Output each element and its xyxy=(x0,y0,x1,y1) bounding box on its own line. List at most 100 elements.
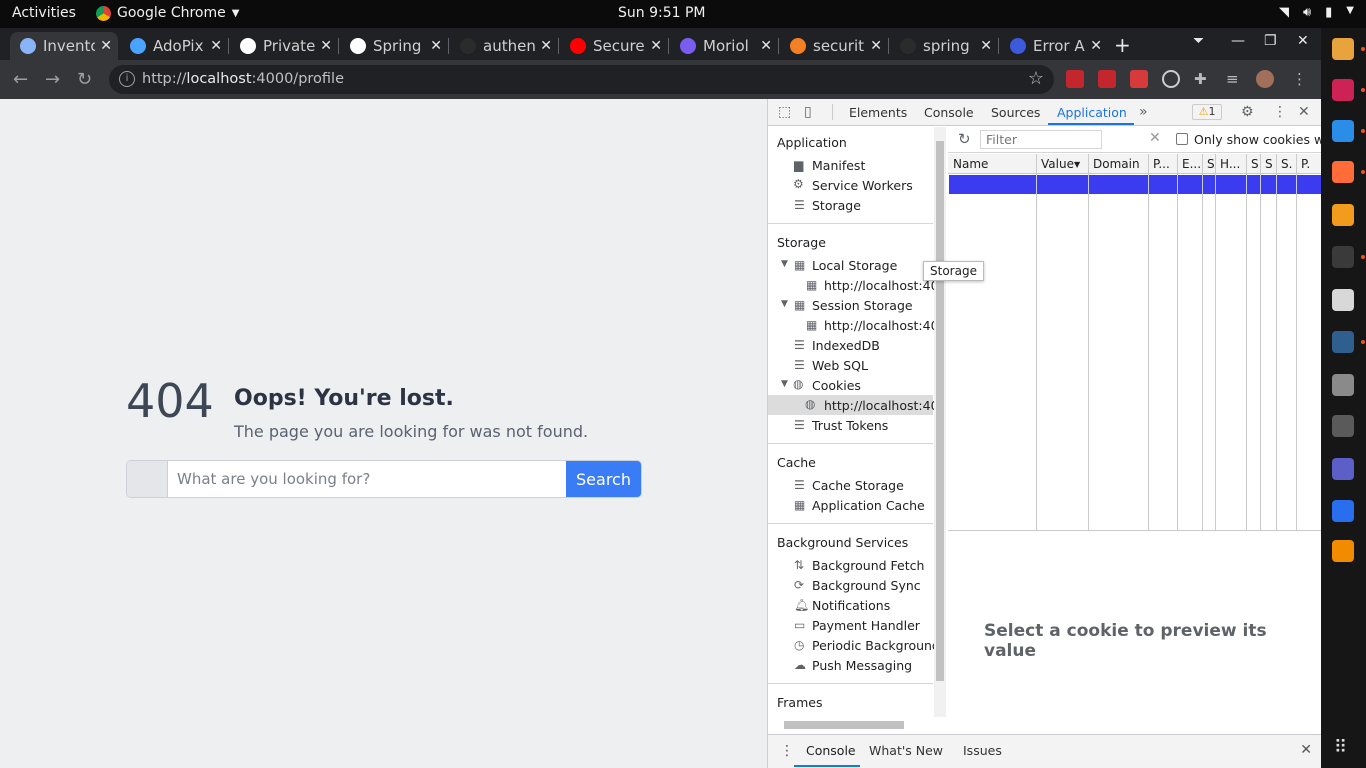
search-input[interactable] xyxy=(168,461,566,497)
sidebar-item-background-fetch[interactable]: Background Fetch xyxy=(812,558,924,573)
column-header[interactable]: Domain xyxy=(1093,157,1140,171)
close-tab-icon[interactable]: ✕ xyxy=(870,38,882,54)
sidebar-item-storage[interactable]: Storage xyxy=(812,198,861,213)
close-drawer-icon[interactable]: ✕ xyxy=(1300,742,1312,758)
sidebar-item-push-messaging[interactable]: Push Messaging xyxy=(812,658,912,673)
browser-tab[interactable]: Invento ✕ xyxy=(10,32,118,60)
browser-tab[interactable]: spring ✕ xyxy=(890,32,998,60)
sidebar-item-cookies[interactable]: Cookies xyxy=(812,378,861,393)
warning-badge[interactable]: ⚠1 xyxy=(1192,104,1222,120)
vlc-icon[interactable] xyxy=(1332,540,1354,562)
vscode-icon[interactable] xyxy=(1332,120,1354,142)
mysql-workbench-icon[interactable] xyxy=(1332,331,1354,353)
extension-icon[interactable] xyxy=(1130,70,1148,88)
sidebar-item-session-storage-origin[interactable]: http://localhost:4000 xyxy=(824,318,946,333)
device-toolbar-icon[interactable]: ▯ xyxy=(804,104,812,120)
back-icon[interactable]: ← xyxy=(13,69,28,90)
clear-icon[interactable]: ✕ xyxy=(1149,130,1161,146)
browser-tab[interactable]: Secure ✕ xyxy=(560,32,668,60)
browser-tab[interactable]: AdoPix ✕ xyxy=(120,32,228,60)
extension-icon[interactable] xyxy=(1162,70,1180,88)
sidebar-item-cookies-origin[interactable]: http://localhost:4000 xyxy=(824,398,946,413)
url-text[interactable]: http://localhost:4000/profile xyxy=(142,71,344,87)
files-icon[interactable] xyxy=(1332,289,1354,311)
sidebar-item-manifest[interactable]: Manifest xyxy=(812,158,865,173)
expand-arrow-icon[interactable]: ▼ xyxy=(781,259,788,269)
sidebar-item-websql[interactable]: Web SQL xyxy=(812,358,868,373)
sublime-icon[interactable] xyxy=(1332,204,1354,226)
browser-tab[interactable]: authen ✕ xyxy=(450,32,558,60)
only-issues-checkbox[interactable] xyxy=(1176,133,1188,145)
clock[interactable]: Sun 9:51 PM xyxy=(618,5,706,21)
browser-tab[interactable]: securit ✕ xyxy=(780,32,888,60)
sidebar-scrollbar[interactable] xyxy=(934,127,946,717)
close-tab-icon[interactable]: ✕ xyxy=(1090,38,1102,54)
avatar[interactable] xyxy=(1256,70,1274,88)
column-header[interactable]: S xyxy=(1251,157,1259,171)
sidebar-item-session-storage[interactable]: Session Storage xyxy=(812,298,913,313)
more-menu-icon[interactable]: ⋮ xyxy=(1292,70,1310,88)
tab-search-icon[interactable]: ⏷ xyxy=(1193,33,1204,49)
close-tab-icon[interactable]: ✕ xyxy=(100,38,112,54)
column-header[interactable]: S xyxy=(1207,157,1215,171)
column-header[interactable]: P. xyxy=(1301,157,1310,171)
activities-button[interactable]: Activities xyxy=(12,5,76,21)
tab-elements[interactable]: Elements xyxy=(849,105,907,120)
teams-icon[interactable] xyxy=(1332,458,1354,480)
table-row[interactable] xyxy=(949,175,1322,194)
new-tab-button[interactable]: + xyxy=(1114,33,1131,57)
close-icon[interactable]: ✕ xyxy=(1297,33,1309,49)
terminal-icon[interactable] xyxy=(1332,246,1354,268)
wps-icon[interactable] xyxy=(1332,500,1354,522)
tab-console[interactable]: Console xyxy=(924,105,974,120)
close-tab-icon[interactable]: ✕ xyxy=(320,38,332,54)
drawer-tab-console[interactable]: Console xyxy=(806,743,856,758)
browser-tab[interactable]: Error A ✕ xyxy=(1000,32,1108,60)
filter-input[interactable]: Filter xyxy=(980,130,1102,149)
more-menu-icon[interactable]: ⋮ xyxy=(1273,104,1287,120)
app-menu[interactable]: Google Chrome ▼ xyxy=(96,5,239,21)
inspect-element-icon[interactable]: ⬚ xyxy=(778,104,791,120)
tab-application[interactable]: Application xyxy=(1057,105,1127,120)
site-info-icon[interactable]: i xyxy=(119,71,135,87)
system-tray[interactable]: ◥ 🔊︎ ▮ ▼ xyxy=(1279,5,1354,20)
extension-icon[interactable] xyxy=(1098,70,1116,88)
show-apps-icon[interactable]: ⠿ xyxy=(1334,737,1347,758)
column-header[interactable]: E... xyxy=(1182,157,1201,171)
close-tab-icon[interactable]: ✕ xyxy=(980,38,992,54)
minimize-icon[interactable]: — xyxy=(1231,33,1245,49)
close-tab-icon[interactable]: ✕ xyxy=(430,38,442,54)
media-control-icon[interactable]: ≡ xyxy=(1226,70,1244,88)
close-tab-icon[interactable]: ✕ xyxy=(210,38,222,54)
more-tabs-icon[interactable]: » xyxy=(1139,104,1148,120)
intellij-icon[interactable] xyxy=(1332,79,1354,101)
calculator-icon[interactable] xyxy=(1332,415,1354,437)
expand-arrow-icon[interactable]: ▼ xyxy=(781,379,788,389)
sidebar-item-background-sync[interactable]: Background Sync xyxy=(812,578,921,593)
maximize-icon[interactable]: ❐ xyxy=(1264,33,1277,49)
sidebar-item-notifications[interactable]: Notifications xyxy=(812,598,890,613)
sidebar-item-local-storage[interactable]: Local Storage xyxy=(812,258,897,273)
extension-icon[interactable] xyxy=(1066,70,1084,88)
expand-arrow-icon[interactable]: ▼ xyxy=(781,299,788,309)
drawer-tab-whats-new[interactable]: What's New xyxy=(869,743,943,758)
close-tab-icon[interactable]: ✕ xyxy=(760,38,772,54)
browser-tab[interactable]: Private ✕ xyxy=(230,32,338,60)
sidebar-item-service-workers[interactable]: Service Workers xyxy=(812,178,913,193)
puzzle-icon[interactable]: ✚ xyxy=(1194,70,1212,88)
browser-tab[interactable]: Spring ✕ xyxy=(340,32,448,60)
tab-sources[interactable]: Sources xyxy=(991,105,1040,120)
chrome-icon[interactable] xyxy=(1332,38,1354,60)
column-header[interactable]: Value xyxy=(1041,157,1074,171)
sidebar-item-periodic-background-sync[interactable]: Periodic Background Sync xyxy=(812,638,946,653)
sidebar-item-application-cache[interactable]: Application Cache xyxy=(812,498,925,513)
reload-icon[interactable]: ↻ xyxy=(77,69,92,90)
close-tab-icon[interactable]: ✕ xyxy=(540,38,552,54)
column-header[interactable]: P... xyxy=(1153,157,1170,171)
drawer-tab-issues[interactable]: Issues xyxy=(963,743,1002,758)
close-devtools-icon[interactable]: ✕ xyxy=(1298,104,1310,120)
browser-tab[interactable]: Moriol ✕ xyxy=(670,32,778,60)
sidebar-item-trust-tokens[interactable]: Trust Tokens xyxy=(812,418,888,433)
search-button[interactable]: Search xyxy=(566,461,641,497)
forward-icon[interactable]: → xyxy=(45,69,60,90)
